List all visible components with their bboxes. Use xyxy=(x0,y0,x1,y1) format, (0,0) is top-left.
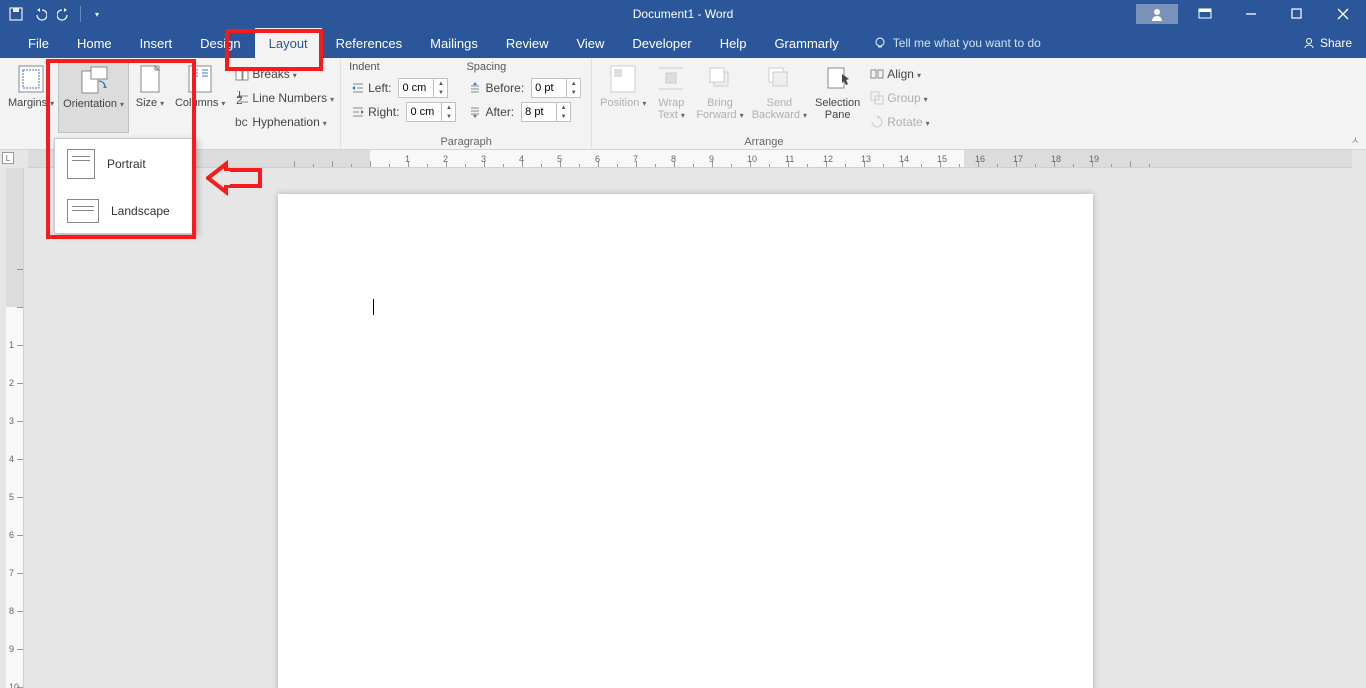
tab-help[interactable]: Help xyxy=(706,28,761,58)
orientation-landscape[interactable]: Landscape xyxy=(55,189,195,233)
group-page-setup: Margins Orientation Size Columns Breaks … xyxy=(0,58,341,150)
indent-left-icon xyxy=(351,81,365,95)
size-icon xyxy=(134,63,166,95)
vertical-ruler[interactable]: 12345678910 xyxy=(6,168,24,688)
spacing-after-input[interactable]: ▲▼ xyxy=(521,102,571,122)
maximize-icon[interactable] xyxy=(1274,0,1320,28)
rotate-icon xyxy=(870,115,884,129)
ribbon-tabs: File Home Insert Design Layout Reference… xyxy=(0,28,1366,58)
position-icon xyxy=(607,63,639,95)
line-numbers-button[interactable]: 12Line Numbers xyxy=(233,87,336,109)
group-arrange: Position Wrap Text Bring Forward Send Ba… xyxy=(592,58,935,150)
svg-text:2: 2 xyxy=(236,93,243,105)
indent-left-input[interactable]: ▲▼ xyxy=(398,78,448,98)
account-icon[interactable] xyxy=(1136,0,1182,28)
orientation-portrait[interactable]: Portrait xyxy=(55,139,195,189)
tab-design[interactable]: Design xyxy=(186,28,254,58)
line-numbers-icon: 12 xyxy=(235,91,249,105)
orientation-icon xyxy=(78,64,110,96)
share-icon xyxy=(1302,36,1316,50)
minimize-icon[interactable] xyxy=(1228,0,1274,28)
indent-right-input[interactable]: ▲▼ xyxy=(406,102,456,122)
spacing-label: Spacing xyxy=(466,61,583,75)
undo-icon[interactable] xyxy=(32,6,48,22)
tab-references[interactable]: References xyxy=(322,28,416,58)
margins-icon xyxy=(15,63,47,95)
share-button[interactable]: Share xyxy=(1302,36,1352,50)
align-icon xyxy=(870,67,884,81)
close-icon[interactable] xyxy=(1320,0,1366,28)
indent-label: Indent xyxy=(349,61,458,75)
document-title: Document1 - Word xyxy=(633,7,733,21)
tell-me-search[interactable]: Tell me what you want to do xyxy=(873,36,1041,50)
page[interactable] xyxy=(278,194,1093,688)
send-backward-button: Send Backward xyxy=(748,61,811,133)
tab-home[interactable]: Home xyxy=(63,28,126,58)
orientation-menu: Portrait Landscape xyxy=(54,138,196,234)
selection-pane-icon xyxy=(822,63,854,95)
qat-customize-icon[interactable]: ▾ xyxy=(89,6,105,22)
bring-forward-button: Bring Forward xyxy=(692,61,747,133)
tab-selector[interactable]: L xyxy=(2,152,14,164)
hyphenation-icon: bc xyxy=(235,115,249,129)
ribbon: Margins Orientation Size Columns Breaks … xyxy=(0,58,1366,150)
tab-grammarly[interactable]: Grammarly xyxy=(760,28,852,58)
ribbon-display-icon[interactable] xyxy=(1182,0,1228,28)
spacing-before-icon xyxy=(468,81,482,95)
document-area: L 12345678910111213141516171819 12345678… xyxy=(0,150,1366,688)
group-button: Group xyxy=(868,87,931,109)
redo-icon[interactable] xyxy=(56,6,72,22)
send-backward-icon xyxy=(763,63,795,95)
annotation-arrow-icon xyxy=(206,158,262,198)
save-icon[interactable] xyxy=(8,6,24,22)
orientation-button[interactable]: Orientation xyxy=(58,61,129,133)
quick-access-toolbar: ▾ xyxy=(0,6,105,22)
tab-file[interactable]: File xyxy=(14,28,63,58)
wrap-text-button: Wrap Text xyxy=(650,61,692,133)
breaks-icon xyxy=(235,67,249,81)
indent-left-label: Left: xyxy=(368,81,391,95)
spacing-before-input[interactable]: ▲▼ xyxy=(531,78,581,98)
collapse-ribbon-icon[interactable]: ㅅ xyxy=(1351,132,1360,147)
tab-layout[interactable]: Layout xyxy=(255,28,322,58)
tab-review[interactable]: Review xyxy=(492,28,563,58)
group-label-paragraph: Paragraph xyxy=(341,136,591,150)
align-button[interactable]: Align xyxy=(868,63,931,85)
indent-right-label: Right: xyxy=(368,105,399,119)
bring-forward-icon xyxy=(704,63,736,95)
size-button[interactable]: Size xyxy=(129,61,171,133)
tab-mailings[interactable]: Mailings xyxy=(416,28,492,58)
spacing-after-icon xyxy=(468,105,482,119)
wrap-text-icon xyxy=(655,63,687,95)
indent-right-icon xyxy=(351,105,365,119)
rotate-button: Rotate xyxy=(868,111,931,133)
columns-icon xyxy=(184,63,216,95)
selection-pane-button[interactable]: Selection Pane xyxy=(811,61,864,133)
group-icon xyxy=(870,91,884,105)
columns-button[interactable]: Columns xyxy=(171,61,229,133)
window-buttons xyxy=(1136,0,1366,28)
margins-button[interactable]: Margins xyxy=(4,61,58,133)
spacing-before-label: Before: xyxy=(485,81,524,95)
portrait-icon xyxy=(67,149,95,179)
spacing-after-label: After: xyxy=(485,105,514,119)
tab-insert[interactable]: Insert xyxy=(126,28,187,58)
group-paragraph: Indent Left: ▲▼ Right: ▲▼ Spacing Before… xyxy=(341,58,592,150)
landscape-icon xyxy=(67,199,99,223)
tab-developer[interactable]: Developer xyxy=(618,28,705,58)
group-label-arrange: Arrange xyxy=(592,136,935,150)
hyphenation-button[interactable]: bcHyphenation xyxy=(233,111,336,133)
title-bar: ▾ Document1 - Word xyxy=(0,0,1366,28)
lightbulb-icon xyxy=(873,36,887,50)
position-button: Position xyxy=(596,61,650,133)
breaks-button[interactable]: Breaks xyxy=(233,63,336,85)
svg-text:bc: bc xyxy=(235,115,248,129)
tab-view[interactable]: View xyxy=(562,28,618,58)
text-cursor xyxy=(373,299,374,315)
